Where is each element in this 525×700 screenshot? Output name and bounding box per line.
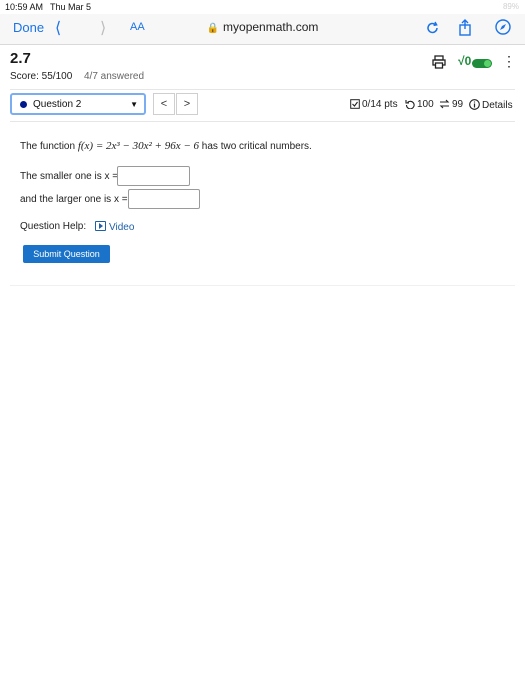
question-suffix: has two critical numbers. (199, 141, 312, 152)
checkbox-icon (350, 99, 360, 109)
larger-answer-input[interactable] (128, 189, 200, 209)
details-label: Details (482, 100, 513, 111)
header-divider (10, 89, 515, 90)
undo-icon (405, 100, 415, 110)
retries-text: 100 (417, 99, 434, 110)
compass-icon[interactable] (495, 19, 511, 35)
question-prefix: The function (20, 141, 78, 152)
retries-info: 100 (405, 99, 434, 110)
content-divider (10, 285, 515, 286)
video-icon (95, 221, 106, 231)
assessment-title: 2.7 (10, 50, 31, 67)
regens-text: 99 (452, 99, 464, 110)
question-math: f(x) = 2x³ − 30x² + 96x − 6 (77, 140, 200, 152)
question-help-label: Question Help: (20, 221, 87, 232)
print-icon[interactable] (432, 55, 446, 74)
question-divider (10, 121, 515, 122)
smaller-answer-input[interactable] (117, 166, 190, 186)
answered-count: 4/7 answered (84, 71, 145, 82)
details-button[interactable]: Details (469, 99, 513, 111)
prev-question-button[interactable]: < (153, 93, 175, 115)
math-entry-icon[interactable]: √0 (458, 54, 471, 68)
question-select[interactable]: Question 2 ▼ (10, 93, 146, 115)
submit-question-button[interactable]: Submit Question (23, 245, 110, 263)
more-options-icon[interactable]: ⋮ (502, 53, 516, 70)
question-status-dot (20, 101, 27, 108)
status-date: Thu Mar 5 (50, 2, 92, 12)
chevron-down-icon: ▼ (130, 100, 138, 109)
math-entry-toggle[interactable] (472, 59, 492, 68)
battery-indicator: 89% (502, 2, 519, 11)
score-text: Score: 55/100 (10, 71, 73, 82)
points-info: 0/14 pts (350, 99, 398, 110)
larger-label: and the larger one is x = (20, 194, 128, 205)
video-link[interactable]: Video (95, 221, 134, 233)
url-text: myopenmath.com (223, 20, 319, 34)
next-question-button[interactable]: > (176, 93, 198, 115)
regenerate-icon (439, 99, 450, 109)
smaller-label: The smaller one is x = (20, 171, 119, 182)
address-bar[interactable]: 🔒 myopenmath.com (0, 20, 525, 34)
info-icon (469, 99, 480, 110)
question-select-label: Question 2 (33, 99, 82, 110)
status-time: 10:59 AM (5, 2, 44, 12)
lock-icon: 🔒 (206, 23, 220, 34)
points-text: 0/14 pts (362, 99, 398, 110)
question-text: The function f(x) = 2x³ − 30x² + 96x − 6… (20, 140, 312, 152)
status-bar: 10:59 AM Thu Mar 5 89% (0, 0, 525, 14)
browser-toolbar: Done ⟨ ⟩ AA 🔒 myopenmath.com (0, 14, 525, 45)
share-icon[interactable] (458, 19, 472, 37)
regens-info: 99 (439, 99, 463, 110)
reload-icon[interactable] (426, 19, 440, 35)
video-label: Video (109, 222, 135, 233)
